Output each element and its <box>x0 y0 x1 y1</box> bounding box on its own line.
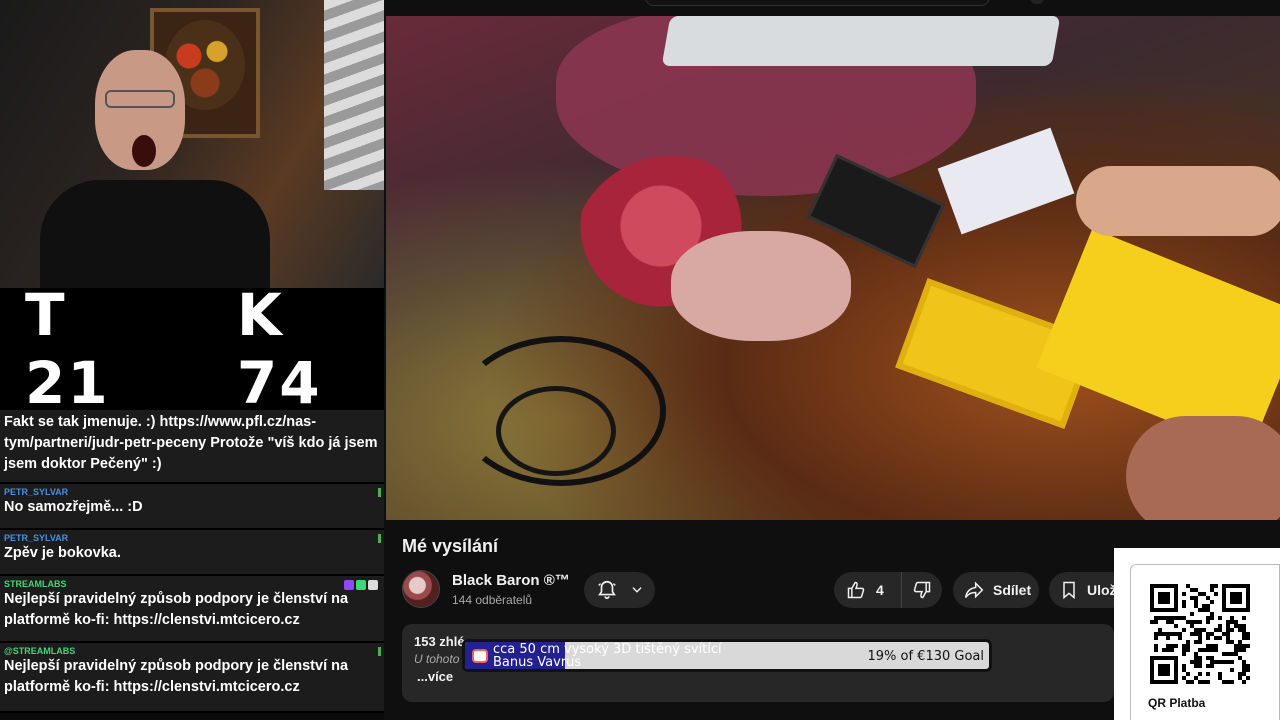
dislike-button[interactable] <box>902 572 942 608</box>
scoreboard: T 21 K 74 <box>0 281 384 417</box>
webcam-feed <box>0 0 384 288</box>
status-dot <box>378 488 381 497</box>
qr-code <box>1150 584 1250 684</box>
ko-fi-icon <box>472 649 488 663</box>
chat-message-text: Nejlepší pravidelný způsob podpory je čl… <box>4 658 349 695</box>
thumbs-down-icon <box>913 581 931 599</box>
qr-label: QR Platba <box>1146 696 1208 710</box>
bell-icon <box>598 580 616 600</box>
streamer-glasses <box>105 90 175 108</box>
like-dislike-group: 4 <box>834 572 942 608</box>
chevron-down-icon <box>632 587 642 593</box>
video-title: Mé vysílání <box>402 536 499 556</box>
acoustic-panel <box>324 0 384 190</box>
goal-progress-text: 19% of €130 Goal <box>867 649 984 664</box>
video-player[interactable] <box>386 16 1280 520</box>
badge-icon <box>368 580 378 590</box>
streamer <box>40 50 270 288</box>
video-object <box>1126 416 1280 520</box>
video-object <box>1076 166 1280 236</box>
badge-icon <box>344 580 354 590</box>
status-dot <box>378 647 381 656</box>
share-icon <box>964 581 984 599</box>
donation-goal-bar: cca 50 cm vysoký 3D tištěný svítící Banu… <box>462 639 992 672</box>
streamer-mouth <box>132 135 156 167</box>
status-dot <box>378 534 381 543</box>
avatar[interactable] <box>402 570 440 608</box>
chat-author: PETR_SYLVAR <box>4 487 69 497</box>
chat-message: Fakt se tak jmenuje. :) https://www.pfl.… <box>0 410 384 484</box>
like-button[interactable]: 4 <box>834 572 902 608</box>
qr-payment-panel: QR Platba <box>1114 548 1280 720</box>
video-object <box>496 386 616 476</box>
score-t: T 21 <box>25 281 110 417</box>
chat-message: STREAMLABS Nejlepší pravidelný způsob po… <box>0 576 384 643</box>
like-count: 4 <box>876 582 884 598</box>
chat-message-text: Zpěv je bokovka. <box>4 545 121 561</box>
goal-title-line2: Banus Vavrus <box>493 655 582 670</box>
chat-message-text: Nejlepší pravidelný způsob podpory je čl… <box>4 591 349 628</box>
chat-author: @STREAMLABS <box>4 646 76 656</box>
notifications-button[interactable] <box>584 572 655 608</box>
save-label: Ulož <box>1087 582 1117 598</box>
subscriber-count: 144 odběratelů <box>452 593 533 607</box>
streamer-shirt <box>40 180 270 288</box>
chat-message: PETR_SYLVAR No samozřejmě... :D <box>0 484 384 530</box>
chat-author: STREAMLABS <box>4 579 67 589</box>
video-object <box>661 16 1061 66</box>
chat-message: PETR_SYLVAR Zpěv je bokovka. <box>0 530 384 576</box>
chat-message-text: No samozřejmě... :D <box>4 499 143 515</box>
chat-message-text: Fakt se tak jmenuje. :) https://www.pfl.… <box>4 414 378 472</box>
video-object <box>671 231 851 341</box>
search-input[interactable] <box>645 0 990 6</box>
share-button[interactable]: Sdílet <box>953 572 1039 608</box>
chat-badges <box>344 580 378 590</box>
channel-name[interactable]: Black Baron ®™ <box>452 572 570 589</box>
share-label: Sdílet <box>993 582 1032 598</box>
bookmark-icon <box>1063 581 1075 600</box>
badge-icon <box>356 580 366 590</box>
chat-panel: Fakt se tak jmenuje. :) https://www.pfl.… <box>0 410 384 720</box>
chat-author: PETR_SYLVAR <box>4 533 69 543</box>
score-k: K 74 <box>236 281 322 417</box>
thumbs-up-icon <box>847 581 865 599</box>
chat-message: @STREAMLABS Nejlepší pravidelný způsob p… <box>0 643 384 713</box>
